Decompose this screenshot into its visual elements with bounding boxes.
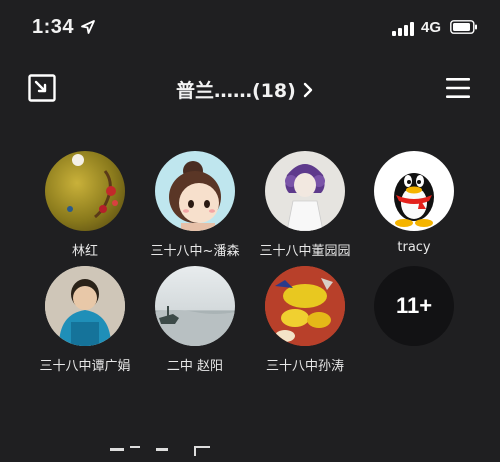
member-name: 三十八中孙涛 bbox=[265, 359, 344, 374]
status-time: 1:34 bbox=[32, 16, 75, 38]
chevron-right-icon bbox=[303, 82, 313, 97]
member-name: 三十八中董园园 bbox=[259, 244, 351, 259]
chat-title[interactable]: 普兰……(18) bbox=[176, 76, 314, 103]
status-bar: 1:34 4G bbox=[0, 0, 500, 60]
avatar-image bbox=[285, 164, 325, 231]
member-item[interactable]: 三十八中董园园 bbox=[247, 151, 363, 259]
member-item[interactable]: 二中 赵阳 bbox=[137, 266, 253, 374]
avatar bbox=[45, 151, 125, 231]
avatar bbox=[265, 151, 345, 231]
battery-icon bbox=[450, 20, 477, 34]
member-name: 三十八中~潘森 bbox=[150, 244, 240, 259]
avatar bbox=[155, 266, 235, 346]
member-name: tracy bbox=[397, 240, 431, 255]
menu-icon[interactable] bbox=[445, 76, 471, 100]
avatar-image bbox=[394, 173, 434, 227]
minimize-icon[interactable] bbox=[28, 74, 56, 102]
avatar bbox=[155, 151, 235, 231]
location-arrow-icon bbox=[81, 20, 95, 34]
more-members-button[interactable]: 11+ bbox=[356, 266, 472, 346]
member-name: 三十八中谭广娟 bbox=[39, 359, 131, 374]
bottom-partial-item bbox=[110, 442, 230, 462]
more-members-count: 11+ bbox=[374, 266, 454, 346]
avatar-image bbox=[45, 266, 125, 346]
network-type: 4G bbox=[421, 19, 442, 36]
header: 普兰……(18) bbox=[0, 62, 500, 116]
chat-title-text: 普兰……(18) bbox=[176, 80, 296, 102]
member-item[interactable]: 三十八中谭广娟 bbox=[27, 266, 143, 374]
avatar bbox=[374, 151, 454, 231]
avatar bbox=[45, 266, 125, 346]
avatar-image bbox=[265, 266, 345, 346]
member-item[interactable]: 林红 bbox=[27, 151, 143, 259]
signal-icon bbox=[392, 22, 416, 36]
member-name: 二中 赵阳 bbox=[166, 359, 224, 374]
member-item[interactable]: 三十八中孙涛 bbox=[247, 266, 363, 374]
member-name: 林红 bbox=[71, 244, 98, 259]
avatar-image bbox=[169, 161, 221, 231]
avatar bbox=[265, 266, 345, 346]
avatar-image bbox=[155, 306, 235, 346]
member-item[interactable]: tracy bbox=[356, 151, 472, 255]
member-item[interactable]: 三十八中~潘森 bbox=[137, 151, 253, 259]
avatar-image bbox=[67, 154, 118, 219]
